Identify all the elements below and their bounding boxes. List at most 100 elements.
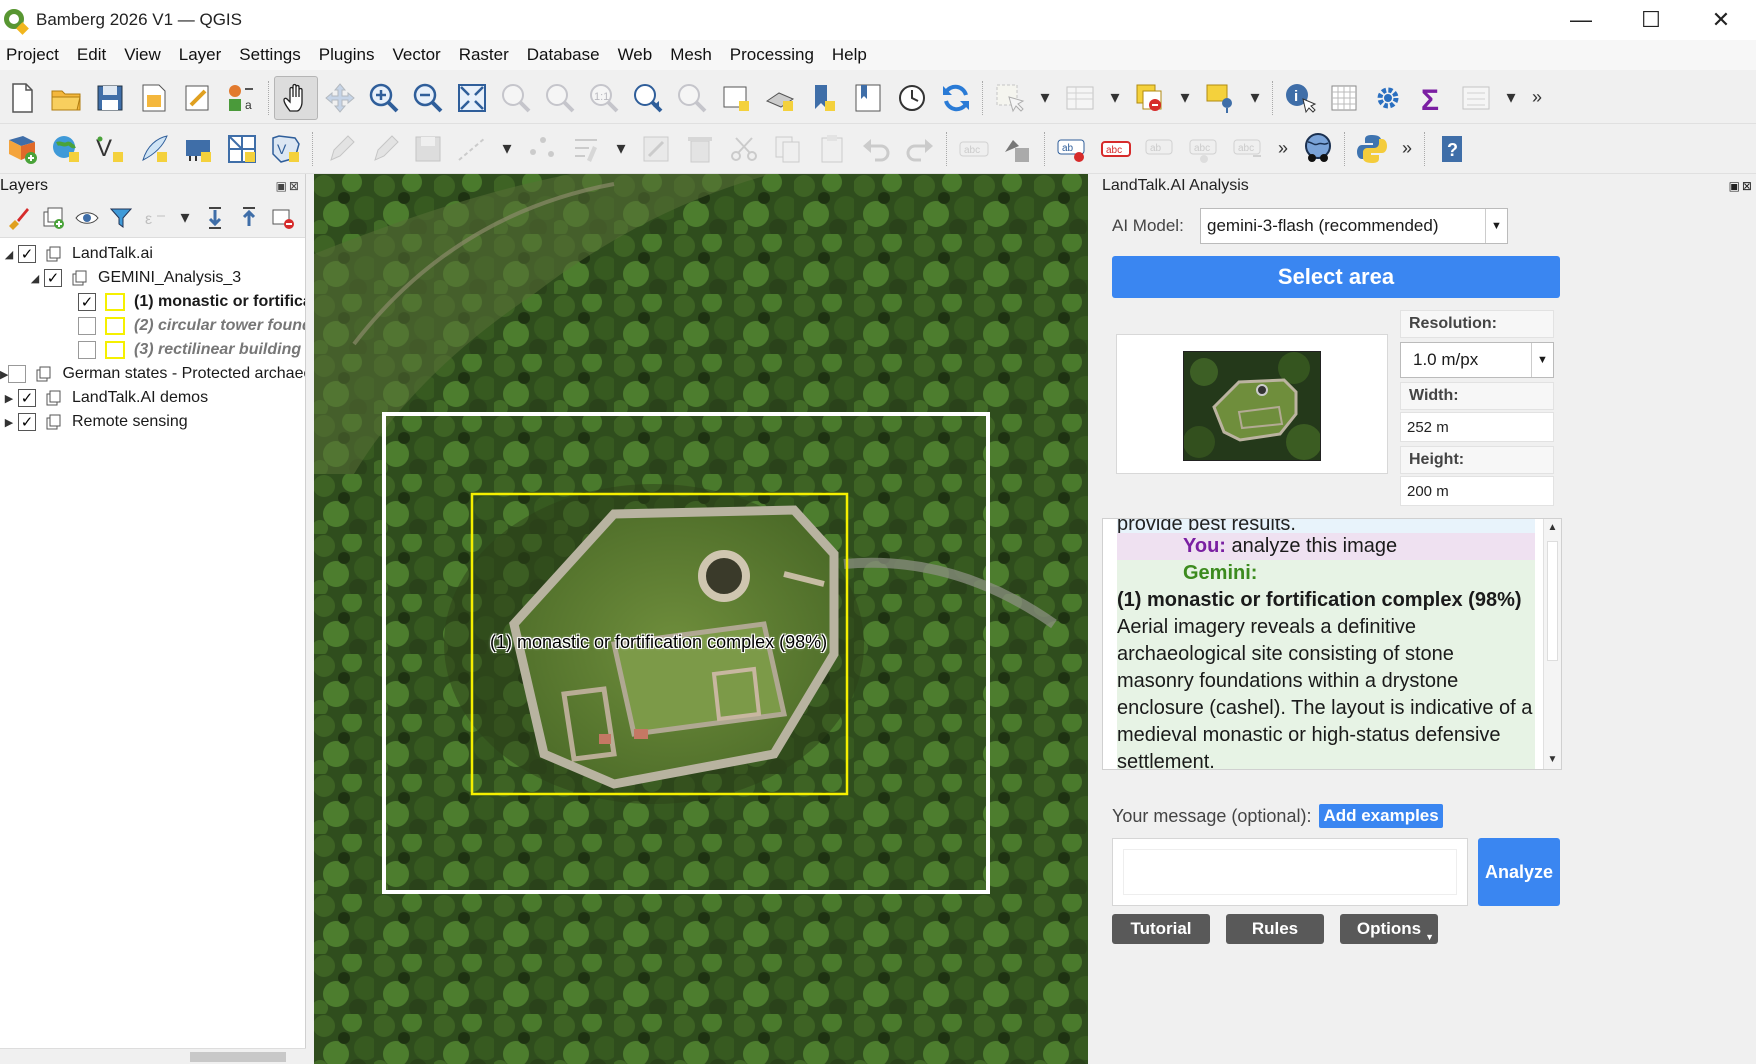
pin-labels-icon[interactable]: ab <box>1138 127 1182 171</box>
manage-visibility-icon[interactable] <box>70 201 104 235</box>
menu-web[interactable]: Web <box>611 45 664 65</box>
new-map-view-icon[interactable] <box>714 76 758 120</box>
menu-processing[interactable]: Processing <box>723 45 825 65</box>
zoom-to-layer-icon[interactable] <box>538 76 582 120</box>
style-manager-icon[interactable]: a <box>220 76 264 120</box>
rules-button[interactable]: Rules <box>1226 914 1324 944</box>
digitize-line-icon[interactable] <box>450 127 494 171</box>
dropdown-arrow-icon[interactable]: ▾ <box>1498 87 1524 108</box>
deselect-features-icon[interactable] <box>1128 76 1172 120</box>
open-styling-icon[interactable] <box>2 201 36 235</box>
move-label-icon[interactable]: abc <box>1226 127 1270 171</box>
layer-tree-row[interactable]: ✓ (1) monastic or fortification complex … <box>0 290 305 314</box>
layer-checkbox[interactable]: ✓ <box>18 413 36 431</box>
new-virtual-layer-icon[interactable] <box>176 127 220 171</box>
copy-features-icon[interactable] <box>766 127 810 171</box>
menu-plugins[interactable]: Plugins <box>312 45 386 65</box>
cut-features-icon[interactable] <box>722 127 766 171</box>
layer-tree-row[interactable]: ◢ ✓ LandTalk.ai <box>0 242 305 266</box>
help-icon[interactable]: ? <box>1430 127 1474 171</box>
expand-arrow-icon[interactable]: ▶ <box>0 416 18 429</box>
menu-mesh[interactable]: Mesh <box>663 45 723 65</box>
map-tips-icon[interactable] <box>1454 76 1498 120</box>
close-button[interactable]: ✕ <box>1686 0 1756 40</box>
layer-checkbox[interactable]: ✓ <box>44 269 62 287</box>
field-calculator-icon[interactable] <box>634 127 678 171</box>
layer-checkbox[interactable] <box>78 317 96 335</box>
select-area-button[interactable]: Select area <box>1112 256 1560 298</box>
analyze-button[interactable]: Analyze <box>1478 838 1560 906</box>
remove-layer-icon[interactable] <box>266 201 300 235</box>
new-bookmark-icon[interactable] <box>802 76 846 120</box>
zoom-to-selection-icon[interactable] <box>494 76 538 120</box>
horizontal-scrollbar[interactable] <box>0 1048 306 1064</box>
layer-tree-row[interactable]: (2) circular tower foundation <box>0 314 305 338</box>
layer-tree-row[interactable]: ▶ ✓ LandTalk.AI demos <box>0 386 305 410</box>
chevron-down-icon[interactable]: ▼ <box>1485 209 1507 243</box>
zoom-in-icon[interactable] <box>362 76 406 120</box>
dropdown-arrow-icon[interactable]: ▾ <box>172 207 198 228</box>
dropdown-arrow-icon[interactable]: ▾ <box>1242 87 1268 108</box>
statistics-sigma-icon[interactable]: Σ <box>1410 76 1454 120</box>
dropdown-arrow-icon[interactable]: ▾ <box>1172 87 1198 108</box>
temporal-controller-icon[interactable] <box>890 76 934 120</box>
open-project-icon[interactable] <box>44 76 88 120</box>
model-select[interactable]: gemini-3-flash (recommended) ▼ <box>1200 208 1508 244</box>
dropdown-arrow-icon[interactable]: ▾ <box>1032 87 1058 108</box>
chat-history[interactable]: provide best results. You: analyze this … <box>1102 518 1562 770</box>
collapse-arrow-icon[interactable]: ◢ <box>0 248 18 261</box>
zoom-native-icon[interactable]: 1:1 <box>582 76 626 120</box>
modify-attributes-icon[interactable] <box>564 127 608 171</box>
label-abc-icon[interactable]: abc <box>952 127 996 171</box>
toolbar-overflow-icon[interactable]: » <box>1524 87 1550 108</box>
scroll-up-icon[interactable]: ▲ <box>1544 519 1561 537</box>
python-console-icon[interactable] <box>1350 127 1394 171</box>
panel-dock-icon[interactable]: ▣⊠ <box>276 179 301 193</box>
new-temp-layer-icon[interactable]: V <box>264 127 308 171</box>
save-as-icon[interactable] <box>132 76 176 120</box>
layer-checkbox[interactable]: ✓ <box>78 293 96 311</box>
menu-raster[interactable]: Raster <box>452 45 520 65</box>
resolution-select[interactable]: 1.0 m/px ▼ <box>1400 342 1554 378</box>
vertex-tool-icon[interactable] <box>520 127 564 171</box>
layer-tree-row[interactable]: ▶ German states - Protected archaeologic… <box>0 362 305 386</box>
zoom-last-icon[interactable] <box>626 76 670 120</box>
chevron-down-icon[interactable]: ▼ <box>1531 343 1553 377</box>
add-examples-button[interactable]: Add examples <box>1319 804 1443 828</box>
dropdown-arrow-icon[interactable]: ▾ <box>608 138 634 159</box>
toolbar-overflow-icon[interactable]: » <box>1394 138 1420 159</box>
select-features-icon[interactable] <box>988 76 1032 120</box>
collapse-all-icon[interactable] <box>232 201 266 235</box>
tutorial-button[interactable]: Tutorial <box>1112 914 1210 944</box>
show-bookmarks-icon[interactable] <box>846 76 890 120</box>
chat-scrollbar[interactable]: ▲ ▼ <box>1543 519 1561 769</box>
pan-to-selection-icon[interactable] <box>318 76 362 120</box>
layer-checkbox[interactable]: ✓ <box>18 389 36 407</box>
menu-view[interactable]: View <box>117 45 172 65</box>
filter-expression-icon[interactable]: ε <box>138 201 172 235</box>
layer-tree-row[interactable]: ▶ ✓ Remote sensing <box>0 410 305 434</box>
dropdown-arrow-icon[interactable]: ▾ <box>494 138 520 159</box>
scrollbar-thumb[interactable] <box>1547 541 1558 661</box>
redo-icon[interactable] <box>898 127 942 171</box>
scroll-down-icon[interactable]: ▼ <box>1544 751 1561 769</box>
new-project-icon[interactable] <box>0 76 44 120</box>
attribute-table-icon[interactable] <box>1058 76 1102 120</box>
new-gpkg-layer-icon[interactable] <box>220 127 264 171</box>
show-hide-labels-icon[interactable]: abc <box>1182 127 1226 171</box>
expand-arrow-icon[interactable]: ▶ <box>0 368 8 381</box>
landtalk-plugin-icon[interactable] <box>1296 127 1340 171</box>
refresh-icon[interactable] <box>934 76 978 120</box>
highlight-pinned-labels-icon[interactable]: abc <box>1094 127 1138 171</box>
map-canvas[interactable]: (1) monastic or fortification complex (9… <box>314 174 1088 1064</box>
layer-checkbox[interactable]: ✓ <box>18 245 36 263</box>
current-edits-icon[interactable] <box>318 127 362 171</box>
message-input[interactable] <box>1112 838 1468 906</box>
maximize-button[interactable]: ☐ <box>1616 0 1686 40</box>
zoom-full-icon[interactable] <box>450 76 494 120</box>
layer-tree-row[interactable]: (3) rectilinear building <box>0 338 305 362</box>
filter-legend-icon[interactable] <box>104 201 138 235</box>
dropdown-arrow-icon[interactable]: ▾ <box>1102 87 1128 108</box>
data-source-manager-icon[interactable] <box>0 127 44 171</box>
expand-arrow-icon[interactable]: ▶ <box>0 392 18 405</box>
